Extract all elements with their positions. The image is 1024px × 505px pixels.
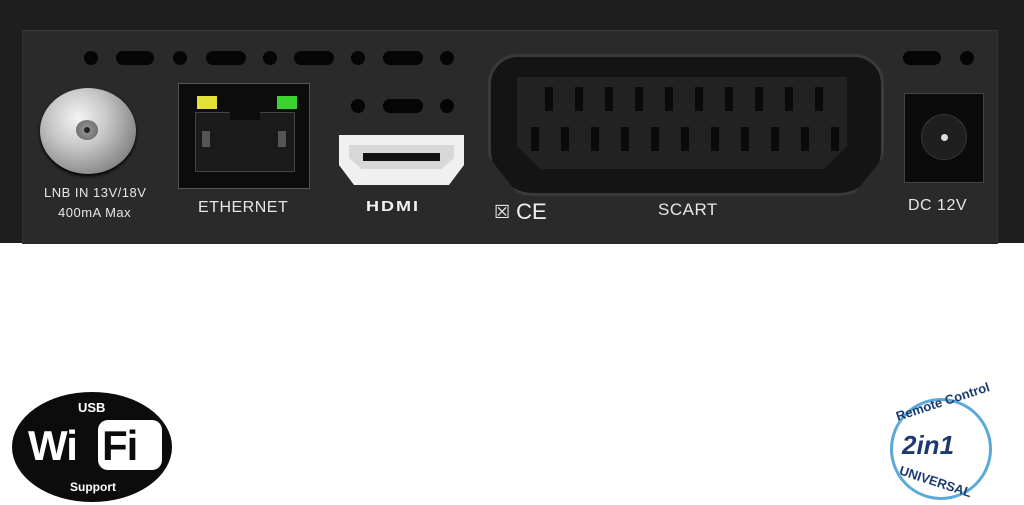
scart-pin	[831, 127, 839, 151]
wifi-badge-wi-text: Wi	[28, 422, 78, 469]
dc-socket	[921, 114, 967, 160]
scart-pin	[681, 127, 689, 151]
ce-mark: CE	[516, 199, 547, 224]
vent-hole	[440, 51, 454, 65]
ethernet-link-led	[277, 96, 297, 109]
scart-pin	[621, 127, 629, 151]
vent-slot	[116, 51, 154, 65]
scart-pin	[591, 127, 599, 151]
vent-hole	[351, 51, 365, 65]
hdmi-logo: HDMI	[366, 198, 420, 215]
scart-pin	[561, 127, 569, 151]
scart-pin	[665, 87, 673, 111]
scart-port	[488, 54, 884, 196]
usb-wifi-support-badge: USB Wi Fi Support	[12, 392, 172, 502]
hdmi-slot	[363, 153, 440, 161]
vent-hole	[351, 99, 365, 113]
scart-pin	[531, 127, 539, 151]
scart-pin	[635, 87, 643, 111]
vent-hole	[440, 99, 454, 113]
remote-badge-center-text: 2in1	[902, 430, 955, 460]
scart-pin	[755, 87, 763, 111]
ethernet-label: ETHERNET	[198, 199, 289, 216]
scart-socket	[517, 77, 847, 169]
scart-pin	[785, 87, 793, 111]
vent-slot	[903, 51, 941, 65]
dc-label: DC 12V	[908, 197, 968, 214]
vent-slot	[383, 51, 423, 65]
vent-hole	[173, 51, 187, 65]
vent-hole	[84, 51, 98, 65]
certification-marks: ☒ CE	[494, 199, 547, 225]
scart-pin	[695, 87, 703, 111]
vent-slot	[294, 51, 334, 65]
dc-pin	[941, 134, 948, 141]
wifi-badge-fi-text: Fi	[102, 422, 138, 469]
vent-slot	[206, 51, 246, 65]
wifi-badge-support-text: Support	[70, 480, 116, 494]
ethernet-port	[178, 83, 310, 189]
dc-power-jack	[904, 93, 984, 183]
lnb-label-line1: LNB IN 13V/18V	[44, 185, 147, 200]
lnb-pin	[84, 127, 90, 133]
scart-pin	[711, 127, 719, 151]
rj45-socket	[195, 112, 295, 172]
device-rear-panel: LNB IN 13V/18V 400mA Max ETHERNET HDMI S…	[0, 0, 1024, 244]
scart-pin	[545, 87, 553, 111]
weee-bin-icon: ☒	[494, 201, 511, 222]
scart-pin	[741, 127, 749, 151]
scart-pin	[605, 87, 613, 111]
scart-pin	[575, 87, 583, 111]
wifi-badge-usb-text: USB	[78, 400, 106, 415]
scart-pin	[771, 127, 779, 151]
scart-pin	[801, 127, 809, 151]
scart-pin	[815, 87, 823, 111]
vent-slot	[383, 99, 423, 113]
vent-hole	[263, 51, 277, 65]
scart-pin	[725, 87, 733, 111]
remote-control-2in1-badge: Remote Control 2in1 UNIVERSAL	[884, 379, 996, 504]
ethernet-activity-led	[197, 96, 217, 109]
vent-hole	[960, 51, 974, 65]
hdmi-port	[339, 135, 464, 185]
lnb-socket	[76, 120, 98, 140]
lnb-connector	[40, 88, 136, 174]
scart-label: SCART	[658, 200, 718, 219]
lnb-label-line2: 400mA Max	[58, 205, 132, 220]
scart-pin	[651, 127, 659, 151]
